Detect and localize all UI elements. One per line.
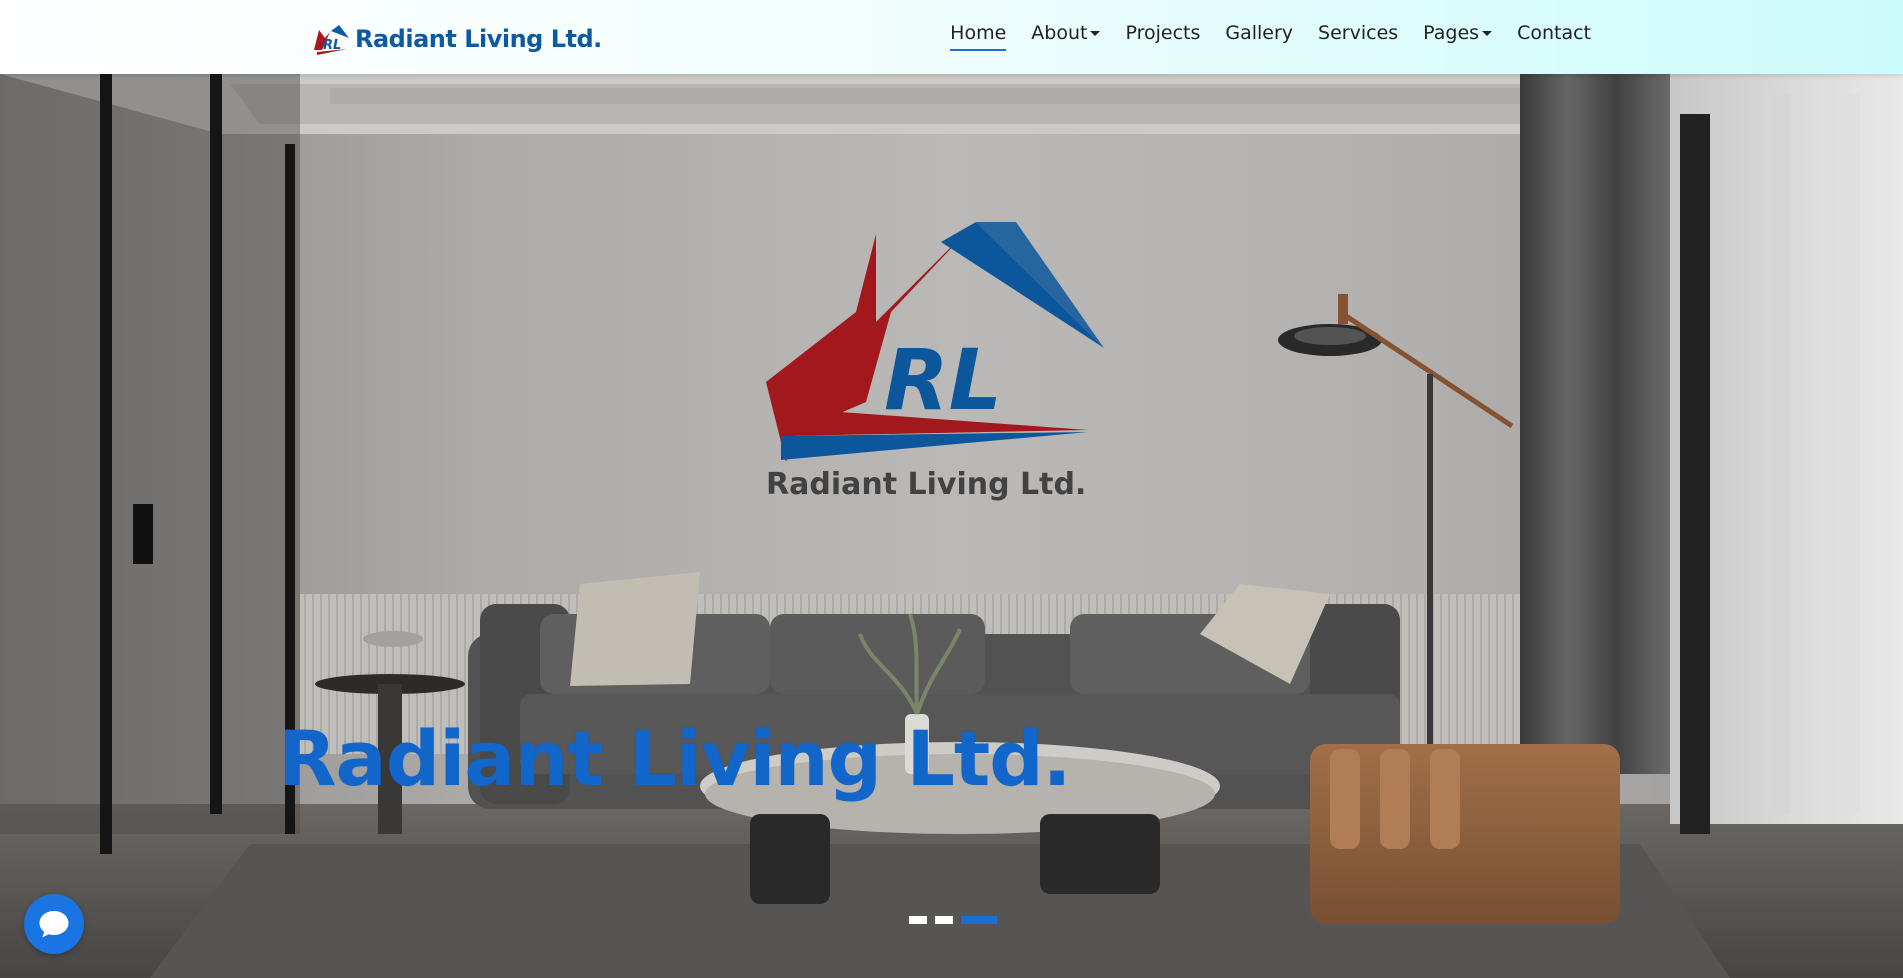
nav-contact[interactable]: Contact xyxy=(1517,22,1591,44)
nav-about[interactable]: About xyxy=(1031,22,1101,44)
carousel-indicators xyxy=(909,916,1005,924)
nav-label: Gallery xyxy=(1225,22,1294,44)
carousel-indicator-3[interactable] xyxy=(961,916,997,924)
hero-overlay xyxy=(0,74,1903,978)
hero-carousel: RL Radiant Living Ltd. Radiant Living Lt… xyxy=(0,74,1903,978)
nav-services[interactable]: Services xyxy=(1318,22,1398,44)
nav-projects[interactable]: Projects xyxy=(1125,22,1200,44)
nav-label: Services xyxy=(1318,22,1399,44)
chat-button[interactable] xyxy=(24,894,84,954)
navbar: RL Radiant Living Ltd. Home About Projec… xyxy=(0,0,1903,74)
hero-title: Radiant Living Ltd. xyxy=(278,714,1072,803)
rl-house-logo-icon: RL xyxy=(314,25,349,55)
caret-down-icon xyxy=(1482,30,1493,36)
nav-label: Home xyxy=(950,22,1007,44)
nav-home[interactable]: Home xyxy=(950,22,1007,51)
carousel-indicator-2[interactable] xyxy=(935,916,953,924)
main-nav: Home About Projects Gallery Services Pag… xyxy=(950,0,1591,66)
caret-down-icon xyxy=(1090,30,1101,36)
brand-link[interactable]: RL Radiant Living Ltd. xyxy=(311,20,602,58)
nav-pages[interactable]: Pages xyxy=(1423,22,1493,44)
nav-label: Pages xyxy=(1423,22,1480,44)
nav-label: Projects xyxy=(1125,22,1201,44)
brand-name: Radiant Living Ltd. xyxy=(355,25,602,53)
chat-bubble-icon xyxy=(39,911,69,938)
carousel-indicator-1[interactable] xyxy=(909,916,927,924)
nav-gallery[interactable]: Gallery xyxy=(1225,22,1293,44)
nav-label: About xyxy=(1031,22,1088,44)
nav-label: Contact xyxy=(1517,22,1591,44)
